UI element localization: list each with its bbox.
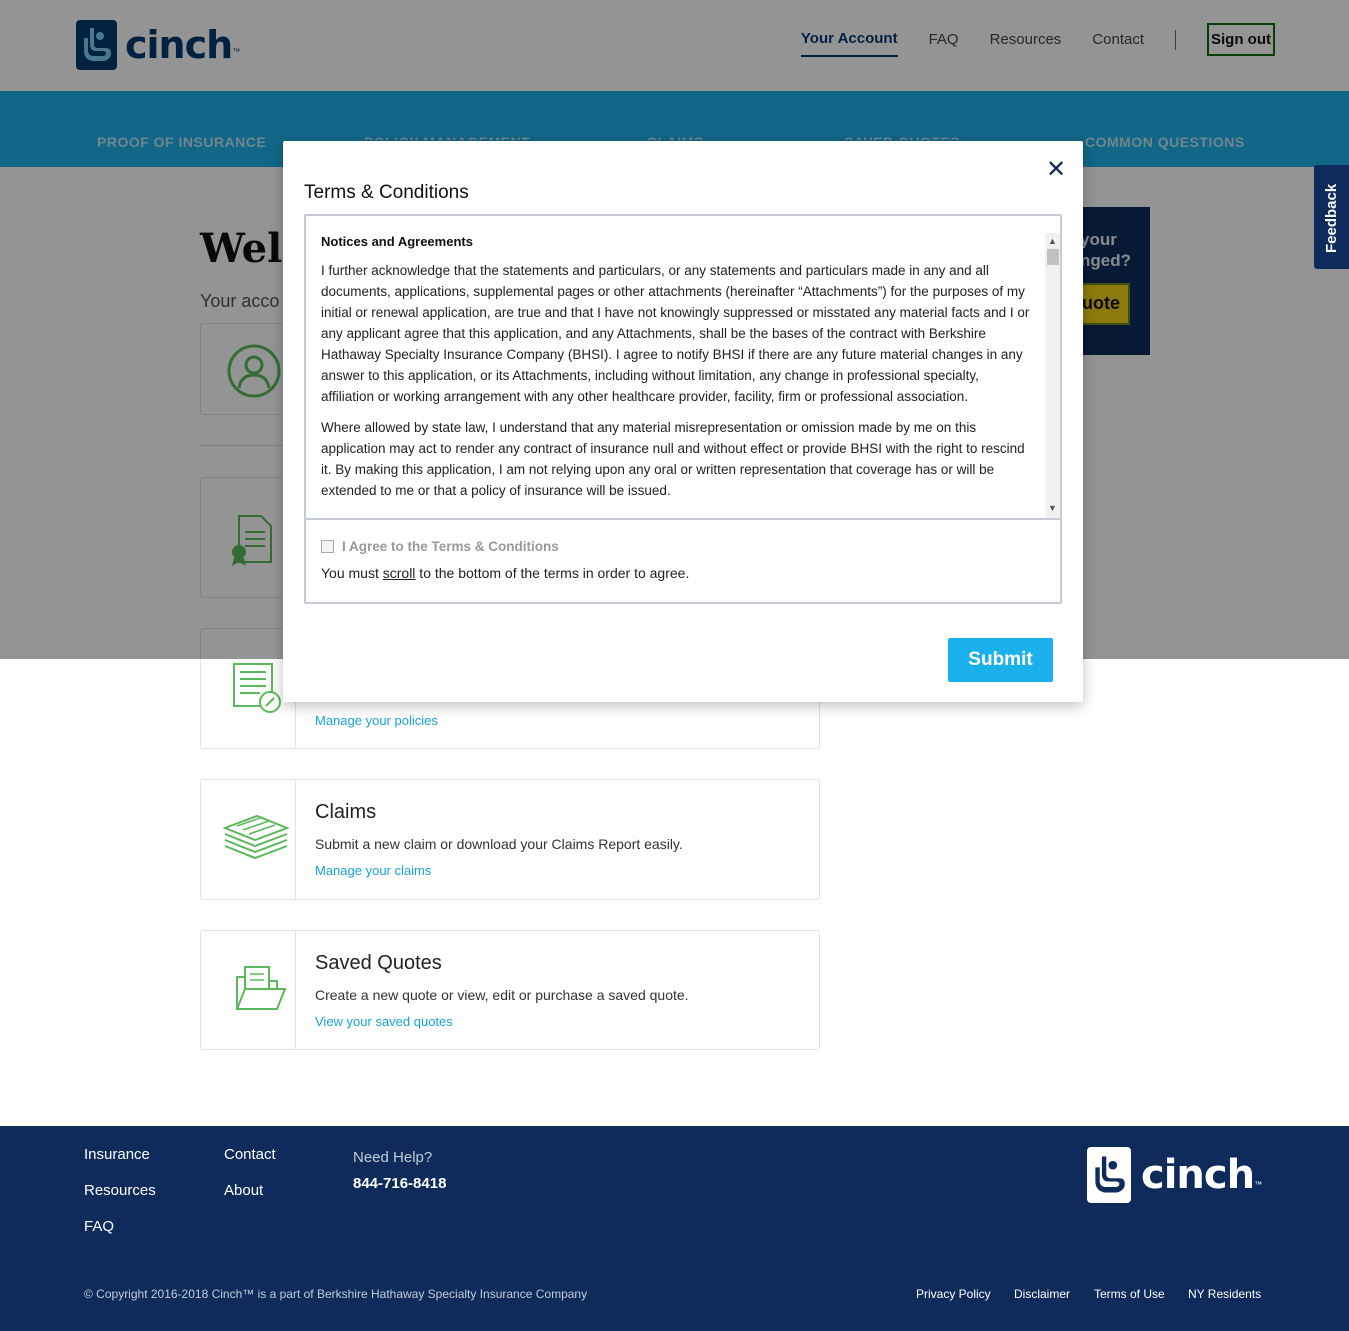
help-phone-number[interactable]: 844-716-8418 <box>353 1175 446 1192</box>
site-footer: Insurance Resources FAQ Contact About Ne… <box>0 1126 1349 1331</box>
footer-logo-wordmark: cinch <box>1141 1152 1255 1198</box>
scroll-instruction-post: to the bottom of the terms in order to a… <box>415 565 690 581</box>
scroll-instruction: You must scroll to the bottom of the ter… <box>321 565 689 581</box>
terms-scrollbar[interactable]: ▲ ▼ <box>1045 233 1060 518</box>
card-icon-column <box>201 931 296 1049</box>
terms-of-use-link[interactable]: Terms of Use <box>1094 1287 1165 1301</box>
trademark-symbol: ™ <box>1254 1180 1263 1189</box>
terms-modal: ✕ Terms & Conditions Notices and Agreeme… <box>283 141 1083 702</box>
card-description: Submit a new claim or download your Clai… <box>315 836 683 852</box>
terms-content: Notices and Agreements I further acknowl… <box>321 234 1031 511</box>
manage-claims-link[interactable]: Manage your claims <box>315 863 431 878</box>
feedback-label: Feedback <box>1323 183 1340 253</box>
terms-paragraph: Where allowed by state law, I understand… <box>321 420 1025 498</box>
terms-paragraph: I further acknowledge that the statement… <box>321 263 1030 404</box>
claims-stack-icon <box>223 814 289 860</box>
view-saved-quotes-link[interactable]: View your saved quotes <box>315 1014 453 1029</box>
manage-policies-link[interactable]: Manage your policies <box>315 713 438 728</box>
folder-quote-icon <box>235 966 287 1010</box>
agree-row: I Agree to the Terms & Conditions <box>321 539 559 554</box>
scroll-down-icon[interactable]: ▼ <box>1048 503 1057 513</box>
saved-quotes-card[interactable]: Saved Quotes Create a new quote or view,… <box>200 930 820 1050</box>
policy-document-icon <box>233 663 281 713</box>
card-icon-column <box>201 780 296 899</box>
submit-button[interactable]: Submit <box>948 638 1053 682</box>
footer-logo[interactable]: cinch ™ <box>1087 1147 1262 1203</box>
feedback-tab[interactable]: Feedback <box>1314 165 1349 269</box>
footer-link-about[interactable]: About <box>224 1182 263 1199</box>
terms-scroll-area[interactable]: Notices and Agreements I further acknowl… <box>306 216 1060 520</box>
claims-card[interactable]: Claims Submit a new claim or download yo… <box>200 779 820 900</box>
modal-title: Terms & Conditions <box>304 182 469 203</box>
disclaimer-link[interactable]: Disclaimer <box>1014 1287 1070 1301</box>
card-title: Claims <box>315 801 377 823</box>
terms-heading: Notices and Agreements <box>321 234 473 249</box>
scroll-instruction-pre: You must <box>321 565 383 581</box>
terms-container: Notices and Agreements I further acknowl… <box>304 214 1062 604</box>
privacy-policy-link[interactable]: Privacy Policy <box>916 1287 991 1301</box>
footer-link-insurance[interactable]: Insurance <box>84 1146 150 1163</box>
scrollbar-thumb[interactable] <box>1047 249 1059 265</box>
cinch-hand-icon <box>1087 1147 1131 1203</box>
card-description: Create a new quote or view, edit or purc… <box>315 987 689 1003</box>
card-title: Saved Quotes <box>315 952 442 974</box>
scroll-instruction-link: scroll <box>382 565 416 581</box>
agree-label: I Agree to the Terms & Conditions <box>342 539 559 554</box>
footer-link-contact[interactable]: Contact <box>224 1146 276 1163</box>
close-icon[interactable]: ✕ <box>1046 155 1066 184</box>
need-help-label: Need Help? <box>353 1149 433 1166</box>
scroll-up-icon[interactable]: ▲ <box>1048 236 1057 246</box>
ny-residents-link[interactable]: NY Residents <box>1188 1287 1261 1301</box>
footer-link-faq[interactable]: FAQ <box>84 1218 114 1235</box>
footer-link-resources[interactable]: Resources <box>84 1182 156 1199</box>
copyright-text: © Copyright 2016-2018 Cinch™ is a part o… <box>84 1287 588 1301</box>
agree-checkbox[interactable] <box>321 540 334 553</box>
